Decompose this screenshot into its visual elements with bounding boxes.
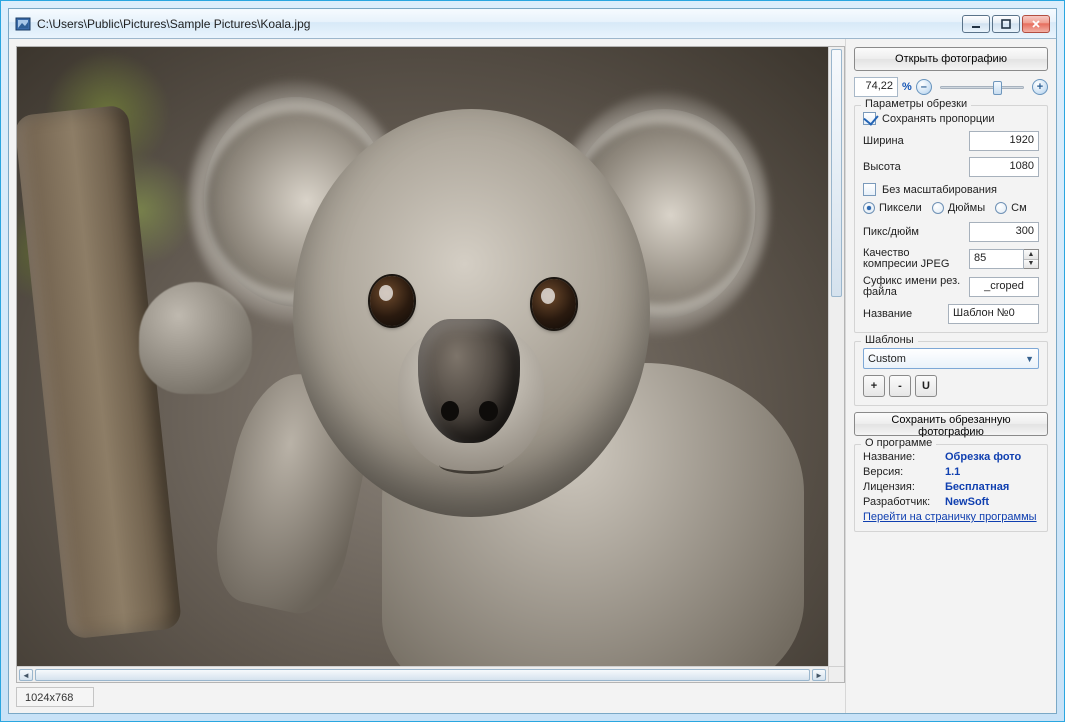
save-cropped-button[interactable]: Сохранить обрезанную фотографию [854,412,1048,436]
jpeg-quality-label: Качество компресии JPEG [863,248,965,270]
side-panel: Открыть фотографию 74,22 % – + Параметры… [846,39,1056,713]
template-update-button[interactable]: U [915,375,937,397]
vertical-scrollbar[interactable] [828,47,844,666]
template-remove-button[interactable]: - [889,375,911,397]
spin-up-icon: ▲ [1024,250,1038,260]
about-developer-label: Разработчик: [863,496,941,508]
unit-cm-radio[interactable] [995,202,1007,214]
zoom-in-button[interactable]: + [1032,79,1048,95]
suffix-input[interactable]: _croped [969,277,1039,297]
spin-down-icon: ▼ [1024,260,1038,269]
suffix-label: Суфикс имени рез. файла [863,276,965,298]
image-viewport[interactable]: ◄ ► [16,46,845,683]
width-label: Ширина [863,135,965,147]
photo-content [17,47,828,666]
zoom-slider[interactable] [936,79,1028,95]
maximize-button[interactable] [992,15,1020,33]
unit-inches-label: Дюймы [948,202,985,214]
close-button[interactable] [1022,15,1050,33]
no-scaling-checkbox[interactable] [863,183,876,196]
jpeg-quality-spinner[interactable]: ▲▼ [1024,249,1039,269]
about-license-label: Лицензия: [863,481,941,493]
open-photo-button[interactable]: Открыть фотографию [854,47,1048,71]
templates-legend: Шаблоны [861,334,918,346]
about-name-label: Название: [863,451,941,463]
height-label: Высота [863,161,965,173]
chevron-down-icon: ▼ [1025,354,1034,364]
about-group: О программе Название:Обрезка фото Версия… [854,444,1048,532]
scroll-right-icon[interactable]: ► [812,669,826,681]
unit-cm-label: См [1011,202,1027,214]
scrollbar-corner [828,666,844,682]
status-dimensions: 1024x768 [16,687,94,707]
about-license-value: Бесплатная [945,481,1039,493]
app-window: C:\Users\Public\Pictures\Sample Pictures… [8,8,1057,714]
zoom-out-button[interactable]: – [916,79,932,95]
no-scaling-label: Без масштабирования [882,184,997,196]
unit-pixels-label: Пиксели [879,202,922,214]
scroll-left-icon[interactable]: ◄ [19,669,33,681]
unit-inches-radio[interactable] [932,202,944,214]
about-developer-value: NewSoft [945,496,1039,508]
status-bar: 1024x768 [16,686,845,708]
about-name-value: Обрезка фото [945,451,1039,463]
dpi-input[interactable]: 300 [969,222,1039,242]
window-title: C:\Users\Public\Pictures\Sample Pictures… [37,17,962,31]
about-homepage-link[interactable]: Перейти на страничку программы [863,511,1037,523]
minimize-button[interactable] [962,15,990,33]
zoom-value-input[interactable]: 74,22 [854,77,898,97]
crop-legend: Параметры обрезки [861,98,971,110]
height-input[interactable]: 1080 [969,157,1039,177]
crop-settings-group: Параметры обрезки Сохранять пропорции Ши… [854,105,1048,333]
templates-group: Шаблоны Custom ▼ + - U [854,341,1048,406]
unit-pixels-radio[interactable] [863,202,875,214]
percent-label: % [902,81,912,93]
about-version-value: 1.1 [945,466,1039,478]
templates-select-value: Custom [868,353,906,365]
about-version-label: Версия: [863,466,941,478]
about-legend: О программе [861,437,936,449]
templates-select[interactable]: Custom ▼ [863,348,1039,369]
template-name-input[interactable]: Шаблон №0 [948,304,1039,324]
width-input[interactable]: 1920 [969,131,1039,151]
dpi-label: Пикс/дюйм [863,226,965,238]
horizontal-scrollbar[interactable]: ◄ ► [17,666,828,682]
jpeg-quality-input[interactable]: 85 [969,249,1024,269]
template-add-button[interactable]: + [863,375,885,397]
template-name-label: Название [863,308,944,320]
keep-aspect-label: Сохранять пропорции [882,113,995,125]
keep-aspect-checkbox[interactable] [863,112,876,125]
titlebar[interactable]: C:\Users\Public\Pictures\Sample Pictures… [9,9,1056,39]
app-icon [15,16,31,32]
